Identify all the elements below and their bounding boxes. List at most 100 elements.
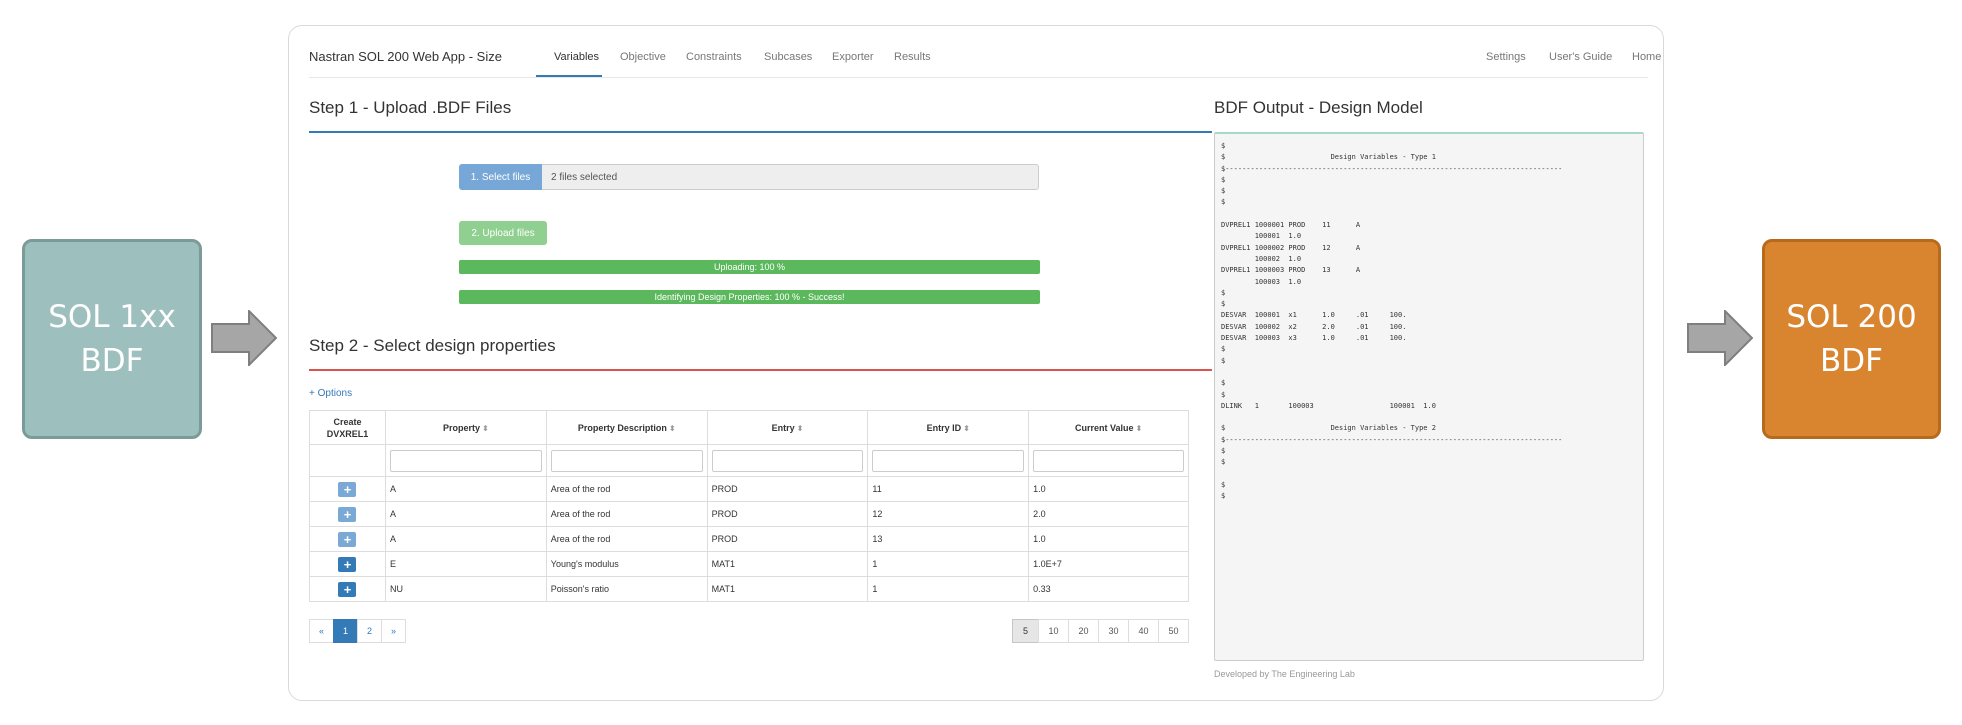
file-select-group: 1. Select files 2 files selected bbox=[459, 164, 1039, 190]
pagination: « 1 2 » bbox=[309, 619, 406, 643]
entry-cell: PROD bbox=[706, 501, 869, 527]
entry-id-cell: 1 bbox=[867, 551, 1030, 577]
identify-progress: Identifying Design Properties: 100 % - S… bbox=[459, 290, 1040, 304]
footer-credit: Developed by The Engineering Lab bbox=[1214, 669, 1355, 679]
sol-200-bdf-box: SOL 200 BDF bbox=[1762, 239, 1941, 439]
tab-results[interactable]: Results bbox=[894, 51, 931, 63]
next-page-button[interactable]: » bbox=[381, 619, 406, 643]
current-value-cell: 1.0E+7 bbox=[1028, 551, 1189, 577]
table-row: + E Young's modulus MAT1 1 1.0E+7 bbox=[309, 551, 1189, 577]
create-cell: + bbox=[309, 476, 386, 502]
entry-id-cell: 12 bbox=[867, 501, 1030, 527]
page-button-2[interactable]: 2 bbox=[357, 619, 382, 643]
upload-progress-bar: Uploading: 100 % bbox=[459, 260, 1040, 274]
entry-id-cell: 11 bbox=[867, 476, 1030, 502]
sort-icon: ⬍ bbox=[482, 423, 489, 433]
table-row: + NU Poisson's ratio MAT1 1 0.33 bbox=[309, 576, 1189, 602]
bdf-output-panel[interactable]: $ $ Design Variables - Type 1 $---------… bbox=[1214, 132, 1644, 661]
entry-id-cell: 1 bbox=[867, 576, 1030, 602]
sol-1xx-label: SOL 1xx bbox=[48, 299, 176, 335]
tab-objective[interactable]: Objective bbox=[620, 51, 666, 63]
column-header-label: Current Value bbox=[1074, 422, 1134, 433]
sort-icon: ⬍ bbox=[963, 423, 970, 433]
entry-cell: MAT1 bbox=[706, 551, 869, 577]
filter-cell bbox=[545, 444, 708, 477]
nav-users-guide[interactable]: User's Guide bbox=[1549, 51, 1612, 63]
column-header-label: Property Description bbox=[577, 422, 667, 433]
filter-description-input[interactable] bbox=[550, 449, 703, 472]
step1-divider bbox=[309, 131, 1212, 133]
description-cell: Poisson's ratio bbox=[545, 576, 708, 602]
add-dvxrel1-button[interactable]: + bbox=[338, 481, 357, 497]
page-button-1[interactable]: 1 bbox=[333, 619, 358, 643]
filter-property-input[interactable] bbox=[389, 449, 542, 472]
right-arrow-icon bbox=[211, 310, 277, 366]
tab-constraints[interactable]: Constraints bbox=[686, 51, 742, 63]
column-header-current-value[interactable]: Current Value ⬍ bbox=[1028, 410, 1189, 445]
add-dvxrel1-button[interactable]: + bbox=[338, 581, 357, 597]
property-cell: A bbox=[384, 526, 547, 552]
create-cell: + bbox=[309, 501, 386, 527]
add-dvxrel1-button[interactable]: + bbox=[338, 531, 357, 547]
description-cell: Area of the rod bbox=[545, 476, 708, 502]
table-row: + A Area of the rod PROD 13 1.0 bbox=[309, 526, 1189, 552]
active-tab-indicator bbox=[536, 75, 602, 77]
current-value-cell: 0.33 bbox=[1028, 576, 1189, 602]
sol-200-label: SOL 200 bbox=[1786, 299, 1917, 335]
table-row: + A Area of the rod PROD 12 2.0 bbox=[309, 501, 1189, 527]
nav-settings[interactable]: Settings bbox=[1486, 51, 1526, 63]
column-header-entry-id[interactable]: Entry ID ⬍ bbox=[867, 410, 1030, 445]
page-size-30[interactable]: 30 bbox=[1098, 619, 1129, 643]
column-header-entry[interactable]: Entry ⬍ bbox=[706, 410, 869, 445]
sort-icon: ⬍ bbox=[796, 423, 804, 433]
page-size-5[interactable]: 5 bbox=[1012, 619, 1039, 643]
right-arrow-icon bbox=[1687, 310, 1753, 366]
tab-variables[interactable]: Variables bbox=[554, 51, 599, 63]
sol-200-bdf-label: BDF bbox=[1820, 343, 1883, 379]
step2-divider bbox=[309, 369, 1212, 371]
bdf-output-text: $ $ Design Variables - Type 1 $---------… bbox=[1221, 142, 1563, 501]
page-size-10[interactable]: 10 bbox=[1038, 619, 1069, 643]
page-size-40[interactable]: 40 bbox=[1128, 619, 1159, 643]
filter-cell bbox=[1028, 444, 1189, 477]
sort-icon: ⬍ bbox=[668, 423, 676, 433]
create-cell: + bbox=[309, 551, 386, 577]
files-selected-field: 2 files selected bbox=[542, 164, 1039, 190]
add-dvxrel1-button[interactable]: + bbox=[338, 556, 357, 572]
filter-entry-input[interactable] bbox=[711, 449, 864, 472]
filter-cell bbox=[867, 444, 1030, 477]
tab-exporter[interactable]: Exporter bbox=[832, 51, 874, 63]
options-link[interactable]: + Options bbox=[309, 388, 352, 399]
step2-title: Step 2 - Select design properties bbox=[309, 336, 556, 355]
web-app-window: Nastran SOL 200 Web App - Size Variables… bbox=[288, 25, 1664, 701]
prev-page-button[interactable]: « bbox=[309, 619, 334, 643]
filter-entry-id-input[interactable] bbox=[872, 449, 1025, 472]
bdf-output-title: BDF Output - Design Model bbox=[1214, 98, 1423, 117]
entry-cell: PROD bbox=[706, 476, 869, 502]
filter-current-value-input[interactable] bbox=[1033, 449, 1184, 472]
column-header-property[interactable]: Property ⬍ bbox=[384, 410, 547, 445]
design-properties-table: Create DVXREL1 Property ⬍ Property Descri… bbox=[309, 410, 1189, 602]
current-value-cell: 1.0 bbox=[1028, 476, 1189, 502]
page-size-20[interactable]: 20 bbox=[1068, 619, 1099, 643]
column-header-create: Create DVXREL1 bbox=[309, 410, 386, 445]
filter-cell bbox=[706, 444, 869, 477]
upload-files-button[interactable]: 2. Upload files bbox=[459, 221, 547, 245]
nav-home[interactable]: Home bbox=[1632, 51, 1661, 63]
navbar: Nastran SOL 200 Web App - Size Variables… bbox=[309, 26, 1661, 78]
property-cell: E bbox=[384, 551, 547, 577]
page-size-50[interactable]: 50 bbox=[1158, 619, 1189, 643]
app-brand[interactable]: Nastran SOL 200 Web App - Size bbox=[309, 49, 502, 64]
sol-1xx-bdf-box: SOL 1xx BDF bbox=[22, 239, 202, 439]
select-files-button[interactable]: 1. Select files bbox=[459, 164, 542, 190]
table-row: + A Area of the rod PROD 11 1.0 bbox=[309, 476, 1189, 502]
column-header-description[interactable]: Property Description ⬍ bbox=[545, 410, 708, 445]
filter-cell bbox=[384, 444, 547, 477]
tab-subcases[interactable]: Subcases bbox=[764, 51, 812, 63]
add-dvxrel1-button[interactable]: + bbox=[338, 506, 357, 522]
filter-row bbox=[309, 444, 1189, 477]
entry-cell: PROD bbox=[706, 526, 869, 552]
sort-icon: ⬍ bbox=[1135, 423, 1143, 433]
column-header-label: Property bbox=[443, 422, 481, 433]
create-cell: + bbox=[309, 526, 386, 552]
